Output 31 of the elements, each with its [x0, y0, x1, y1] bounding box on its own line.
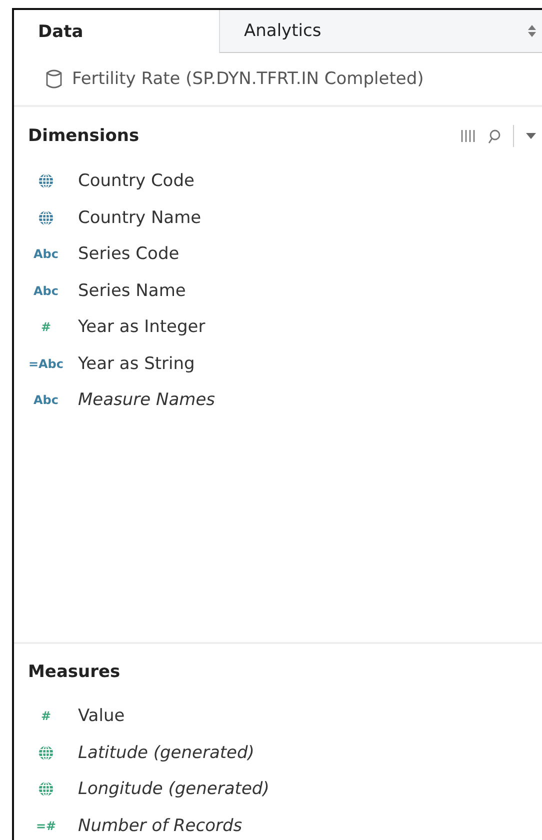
field-name[interactable]: Latitude (generated) — [78, 742, 254, 763]
field-name[interactable]: Measure Names — [78, 390, 216, 410]
field-name[interactable]: Country Code — [78, 171, 194, 192]
field-name[interactable]: Number of Records — [78, 816, 242, 836]
data-type-icon: # — [40, 320, 52, 334]
section-title: Measures — [28, 662, 120, 682]
sort-arrows-icon — [528, 25, 536, 37]
data-type-icon: Abc — [34, 247, 58, 262]
data-type-icon: Abc — [34, 393, 58, 408]
globe-icon — [38, 744, 54, 761]
data-type-icon: # — [40, 709, 52, 724]
field-name[interactable]: Year as Integer — [78, 317, 206, 338]
section-title: Dimensions — [28, 126, 140, 146]
data-type-icon: Abc — [34, 284, 58, 298]
panel-tab[interactable]: Analytics — [219, 10, 542, 53]
field-name[interactable]: Series Name — [78, 280, 186, 301]
globe-icon — [38, 173, 54, 190]
field-name[interactable]: Series Code — [78, 244, 180, 264]
field-name[interactable]: Country Name — [78, 208, 202, 228]
field-name[interactable]: Value — [78, 706, 125, 726]
globe-icon — [38, 781, 54, 798]
globe-icon — [38, 210, 54, 226]
data-type-icon: =Abc — [28, 356, 64, 371]
search-icon[interactable] — [488, 128, 501, 144]
field-name[interactable]: Year as String — [78, 354, 195, 374]
data-source-name[interactable]: Fertility Rate (SP.DYN.TFRT.IN Completed) — [72, 69, 424, 89]
database-icon — [46, 69, 62, 89]
data-type-icon: =# — [36, 818, 56, 833]
field-name[interactable]: Longitude (generated) — [78, 779, 270, 800]
columns-icon[interactable] — [460, 130, 476, 142]
caret-icon[interactable] — [526, 133, 536, 139]
